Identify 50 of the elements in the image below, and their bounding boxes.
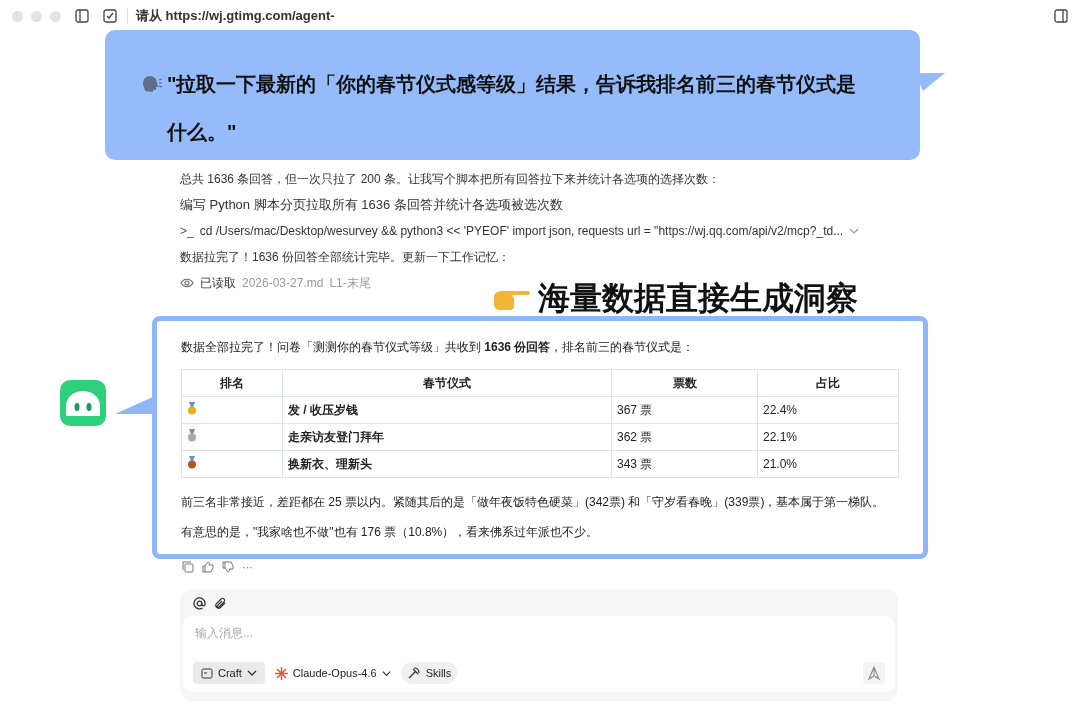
thumbs-up-icon[interactable]	[202, 561, 214, 573]
line-range: L1-末尾	[329, 274, 371, 292]
checkbox-icon[interactable]	[103, 9, 117, 23]
mode-dropdown[interactable]: Craft	[193, 662, 265, 684]
caret-icon	[381, 668, 391, 678]
highlight-caption: 海量数据直接生成洞察	[538, 279, 858, 318]
sparkle-icon	[274, 666, 288, 680]
eye-icon	[180, 278, 194, 288]
message-text: 数据拉完了！1636 份回答全部统计完毕。更新一下工作记忆：	[180, 248, 512, 266]
copy-icon[interactable]	[182, 561, 194, 573]
app-logo	[60, 380, 106, 426]
caret-icon	[246, 668, 257, 678]
read-label: 已读取	[200, 274, 236, 292]
paperclip-icon[interactable]	[214, 597, 227, 610]
send-icon	[867, 666, 881, 680]
send-button[interactable]	[863, 662, 885, 684]
message-field[interactable]: 输入消息... Craft Claude-Opus-4.6 Skills	[183, 616, 895, 692]
table-cell: 362 票	[611, 423, 758, 451]
answer-paragraph: 前三名非常接近，差距都在 25 票以内。紧随其后的是「做年夜饭特色硬菜」(342票) 和「守岁看春晚」(339票)，基本属于第一梯队。	[181, 494, 886, 510]
table-cell: 343 票	[611, 450, 758, 478]
column-header: 占比	[757, 369, 899, 397]
quote-text: "拉取一下最新的「你的春节仪式感等级」结果，告诉我排名前三的春节仪式是什么。"	[167, 72, 858, 145]
step-title: 编写 Python 脚本分页拉取所有 1636 条回答并统计各选项被选次数	[180, 196, 564, 214]
table-cell: 21.0%	[757, 450, 899, 478]
skills-button[interactable]: Skills	[400, 662, 458, 684]
folder-icon	[201, 667, 213, 679]
table-cell: 22.1%	[757, 423, 899, 451]
answer-intro: 数据全部拉完了！问卷「测测你的春节仪式等级」共收到 1636 份回答，排名前三的春节仪式是：	[181, 339, 696, 355]
pickaxe-icon	[406, 666, 421, 680]
table-cell: 发 / 收压岁钱	[282, 396, 612, 424]
column-header: 春节仪式	[282, 369, 612, 397]
sidebar-icon[interactable]	[75, 9, 89, 23]
column-header: 票数	[611, 369, 758, 397]
terminal-prompt: >_	[180, 224, 194, 238]
answer-paragraph: 有意思的是，"我家啥也不做"也有 176 票（10.8%），看来佛系过年派也不少。	[181, 524, 600, 540]
more-button[interactable]: ···	[242, 561, 253, 573]
speaking-head-icon	[141, 73, 163, 95]
mention-icon[interactable]	[193, 597, 206, 610]
column-header: 排名	[181, 369, 283, 397]
thumbs-down-icon[interactable]	[222, 561, 234, 573]
panel-toggle-icon[interactable]	[1054, 9, 1068, 23]
table-cell: 22.4%	[757, 396, 899, 424]
message-text: 总共 1636 条回答，但一次只拉了 200 条。让我写个脚本把所有回答拉下来并统计各选项的选择次数：	[180, 170, 722, 188]
model-dropdown[interactable]: Claude-Opus-4.6	[272, 662, 393, 684]
table-cell: 367 票	[611, 396, 758, 424]
chevron-down-icon[interactable]	[849, 226, 860, 236]
table-cell: 换新衣、理新头	[282, 450, 612, 478]
window-title: 请从 https://wj.gtimg.com/agent-	[136, 7, 335, 25]
command-text: cd /Users/mac/Desktop/wesurvey && python3 << 'PYEOF' import json, requests url = "https://wj.qq.com/api/v2/mcp?_td...	[199, 224, 844, 238]
table-cell: 走亲访友登门拜年	[282, 423, 612, 451]
